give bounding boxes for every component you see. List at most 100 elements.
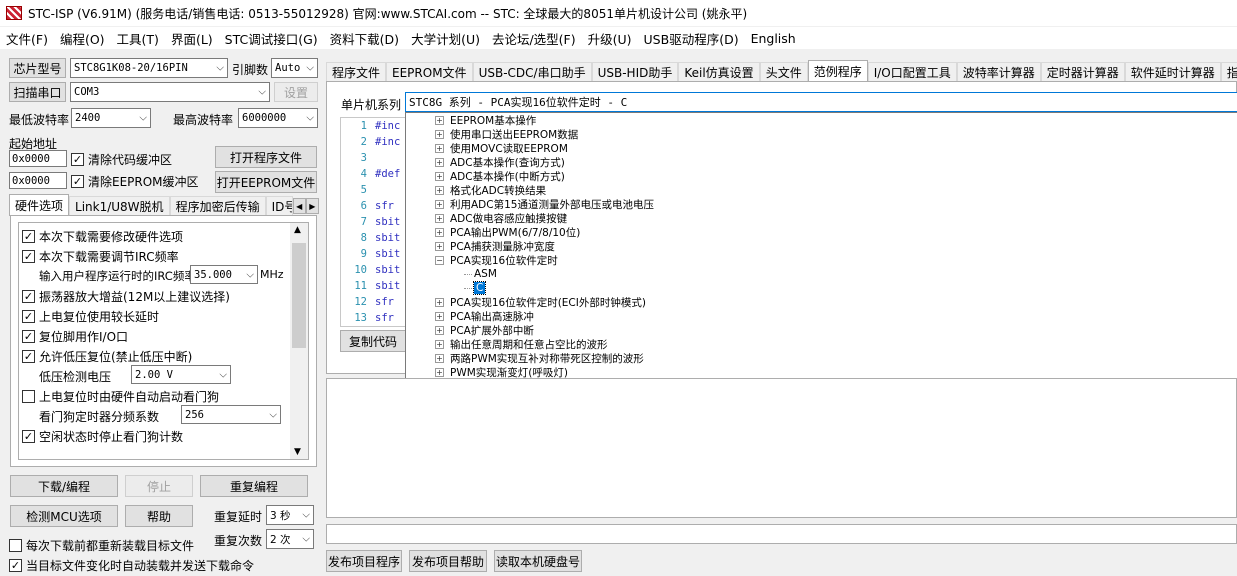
- tab-right-0[interactable]: 程序文件: [326, 62, 387, 82]
- tab-right-6[interactable]: 范例程序: [807, 60, 868, 82]
- menu-item[interactable]: English: [745, 31, 802, 46]
- menu-item[interactable]: 工具(T): [111, 29, 165, 48]
- settings-button[interactable]: 设置: [274, 82, 318, 102]
- download-program-button[interactable]: 下载/编程: [10, 475, 118, 497]
- series-select[interactable]: STC8G 系列 - PCA实现16位软件定时 - C: [405, 92, 1237, 112]
- collapse-icon[interactable]: −: [435, 255, 444, 265]
- checkbox-checked-icon[interactable]: ✓: [9, 559, 22, 572]
- tree-item[interactable]: + 两路PWM实现互补对称带死区控制的波形: [406, 351, 1237, 365]
- tab-right-8[interactable]: 波特率计算器: [956, 62, 1041, 82]
- expand-icon[interactable]: +: [435, 129, 444, 139]
- reload-target-option[interactable]: 每次下载前都重新装载目标文件: [9, 537, 194, 554]
- tree-item[interactable]: + ADC基本操作(查询方式): [406, 155, 1237, 169]
- open-program-file-button[interactable]: 打开程序文件: [215, 146, 317, 168]
- tree-item[interactable]: + PCA实现16位软件定时(ECI外部时钟模式): [406, 295, 1237, 309]
- checkbox-checked-icon[interactable]: ✓: [71, 175, 84, 188]
- hw-scroll-thumb[interactable]: [292, 243, 306, 348]
- tree-item[interactable]: + 使用串口送出EEPROM数据: [406, 127, 1237, 141]
- tree-item[interactable]: + 使用MOVC读取EEPROM: [406, 141, 1237, 155]
- expand-icon[interactable]: +: [435, 171, 444, 181]
- tree-item[interactable]: + ADC做电容感应触摸按键: [406, 211, 1237, 225]
- hw-option-5[interactable]: ✓ 复位脚用作I/O口: [22, 328, 128, 345]
- tab-right-7[interactable]: I/O口配置工具: [867, 62, 957, 82]
- checkbox-checked-icon[interactable]: ✓: [22, 330, 35, 343]
- chip-model-button[interactable]: 芯片型号: [9, 58, 66, 78]
- tree-item[interactable]: + PWM实现渐变灯(呼吸灯): [406, 365, 1237, 379]
- pins-select[interactable]: Auto ⌵: [271, 58, 318, 78]
- hw-option-6[interactable]: ✓ 允许低压复位(禁止低压中断): [22, 348, 192, 365]
- tab-right-9[interactable]: 定时器计算器: [1040, 62, 1125, 82]
- hw-option-7[interactable]: 上电复位时由硬件自动启动看门狗: [22, 388, 219, 405]
- expand-icon[interactable]: +: [435, 143, 444, 153]
- tab-scroll-right-icon[interactable]: ▶: [305, 198, 319, 214]
- code-address-input[interactable]: 0x0000: [9, 150, 67, 167]
- checkbox-checked-icon[interactable]: ✓: [22, 250, 35, 263]
- expand-icon[interactable]: +: [435, 353, 444, 363]
- hw-option-1[interactable]: ✓ 本次下载需要修改硬件选项: [22, 228, 183, 245]
- tree-item[interactable]: + 格式化ADC转换结果: [406, 183, 1237, 197]
- copy-code-button[interactable]: 复制代码: [340, 330, 406, 352]
- checkbox-unchecked-icon[interactable]: [22, 390, 35, 403]
- low-voltage-select[interactable]: 2.00 V ⌵: [131, 365, 231, 384]
- publish-project-button[interactable]: 发布项目程序: [326, 550, 402, 572]
- tree-item[interactable]: + EEPROM基本操作: [406, 113, 1237, 127]
- auto-load-option[interactable]: ✓ 当目标文件变化时自动装载并发送下载命令: [9, 557, 254, 574]
- tree-item[interactable]: + PCA扩展外部中断: [406, 323, 1237, 337]
- menu-item[interactable]: 去论坛/选型(F): [486, 29, 582, 48]
- tree-item[interactable]: + 利用ADC第15通道测量外部电压或电池电压: [406, 197, 1237, 211]
- menu-item[interactable]: 界面(L): [165, 29, 219, 48]
- help-button[interactable]: 帮助: [125, 505, 193, 527]
- hw-option-8[interactable]: ✓ 空闲状态时停止看门狗计数: [22, 428, 183, 445]
- tab-right-1[interactable]: EEPROM文件: [386, 62, 473, 82]
- expand-icon[interactable]: +: [435, 311, 444, 321]
- tree-item[interactable]: + PCA输出高速脉冲: [406, 309, 1237, 323]
- hw-option-3[interactable]: ✓ 振荡器放大增益(12M以上建议选择): [22, 288, 230, 305]
- checkbox-checked-icon[interactable]: ✓: [22, 230, 35, 243]
- min-baud-select[interactable]: 2400 ⌵: [71, 108, 151, 128]
- port-select[interactable]: COM3 ⌵: [70, 82, 270, 102]
- tree-item[interactable]: + PCA输出PWM(6/7/8/10位): [406, 225, 1237, 239]
- expand-icon[interactable]: +: [435, 227, 444, 237]
- expand-icon[interactable]: +: [435, 157, 444, 167]
- tab-right-3[interactable]: USB-HID助手: [591, 62, 679, 82]
- clear-code-option[interactable]: ✓ 清除代码缓冲区: [71, 151, 172, 168]
- menu-item[interactable]: STC调试接口(G): [219, 29, 324, 48]
- hw-option-4[interactable]: ✓ 上电复位使用较长延时: [22, 308, 159, 325]
- stop-button[interactable]: 停止: [125, 475, 193, 497]
- checkbox-unchecked-icon[interactable]: [9, 539, 22, 552]
- expand-icon[interactable]: +: [435, 367, 444, 377]
- repeat-delay-select[interactable]: 3 秒 ⌵: [266, 505, 314, 525]
- eeprom-address-input[interactable]: 0x0000: [9, 172, 67, 189]
- watchdog-select[interactable]: 256 ⌵: [181, 405, 281, 424]
- chip-model-select[interactable]: STC8G1K08-20/16PIN ⌵: [70, 58, 228, 78]
- scroll-down-icon[interactable]: ▼: [294, 447, 301, 457]
- menu-item[interactable]: 资料下载(D): [324, 29, 405, 48]
- menu-item[interactable]: USB驱动程序(D): [638, 29, 745, 48]
- tab-right-4[interactable]: Keil仿真设置: [678, 62, 760, 82]
- tab-id[interactable]: ID号: [265, 196, 293, 216]
- tree-item[interactable]: ASM: [406, 267, 1237, 281]
- repeat-count-select[interactable]: 2 次 ⌵: [266, 529, 314, 549]
- menu-item[interactable]: 大学计划(U): [405, 29, 486, 48]
- publish-help-button[interactable]: 发布项目帮助: [409, 550, 487, 572]
- tab-right-2[interactable]: USB-CDC/串口助手: [472, 62, 592, 82]
- expand-icon[interactable]: +: [435, 325, 444, 335]
- tree-item[interactable]: C: [406, 281, 1237, 295]
- tree-item[interactable]: + 输出任意周期和任意占空比的波形: [406, 337, 1237, 351]
- tree-item[interactable]: − PCA实现16位软件定时: [406, 253, 1237, 267]
- menu-item[interactable]: 文件(F): [0, 29, 54, 48]
- max-baud-select[interactable]: 6000000 ⌵: [238, 108, 318, 128]
- checkbox-checked-icon[interactable]: ✓: [22, 310, 35, 323]
- expand-icon[interactable]: +: [435, 339, 444, 349]
- tab-right-10[interactable]: 软件延时计算器: [1124, 62, 1221, 82]
- detect-mcu-button[interactable]: 检测MCU选项: [10, 505, 118, 527]
- tree-item[interactable]: + ADC基本操作(中断方式): [406, 169, 1237, 183]
- tree-item[interactable]: + PCA捕获测量脉冲宽度: [406, 239, 1237, 253]
- menu-item[interactable]: 编程(O): [54, 29, 111, 48]
- hw-option-2[interactable]: ✓ 本次下载需要调节IRC频率: [22, 248, 179, 265]
- hw-scrollbar[interactable]: ▲ ▼: [290, 223, 308, 459]
- checkbox-checked-icon[interactable]: ✓: [22, 290, 35, 303]
- tab-right-5[interactable]: 头文件: [759, 62, 808, 82]
- tab-hardware-options[interactable]: 硬件选项: [9, 194, 70, 216]
- tab-encrypt[interactable]: 程序加密后传输: [169, 196, 266, 216]
